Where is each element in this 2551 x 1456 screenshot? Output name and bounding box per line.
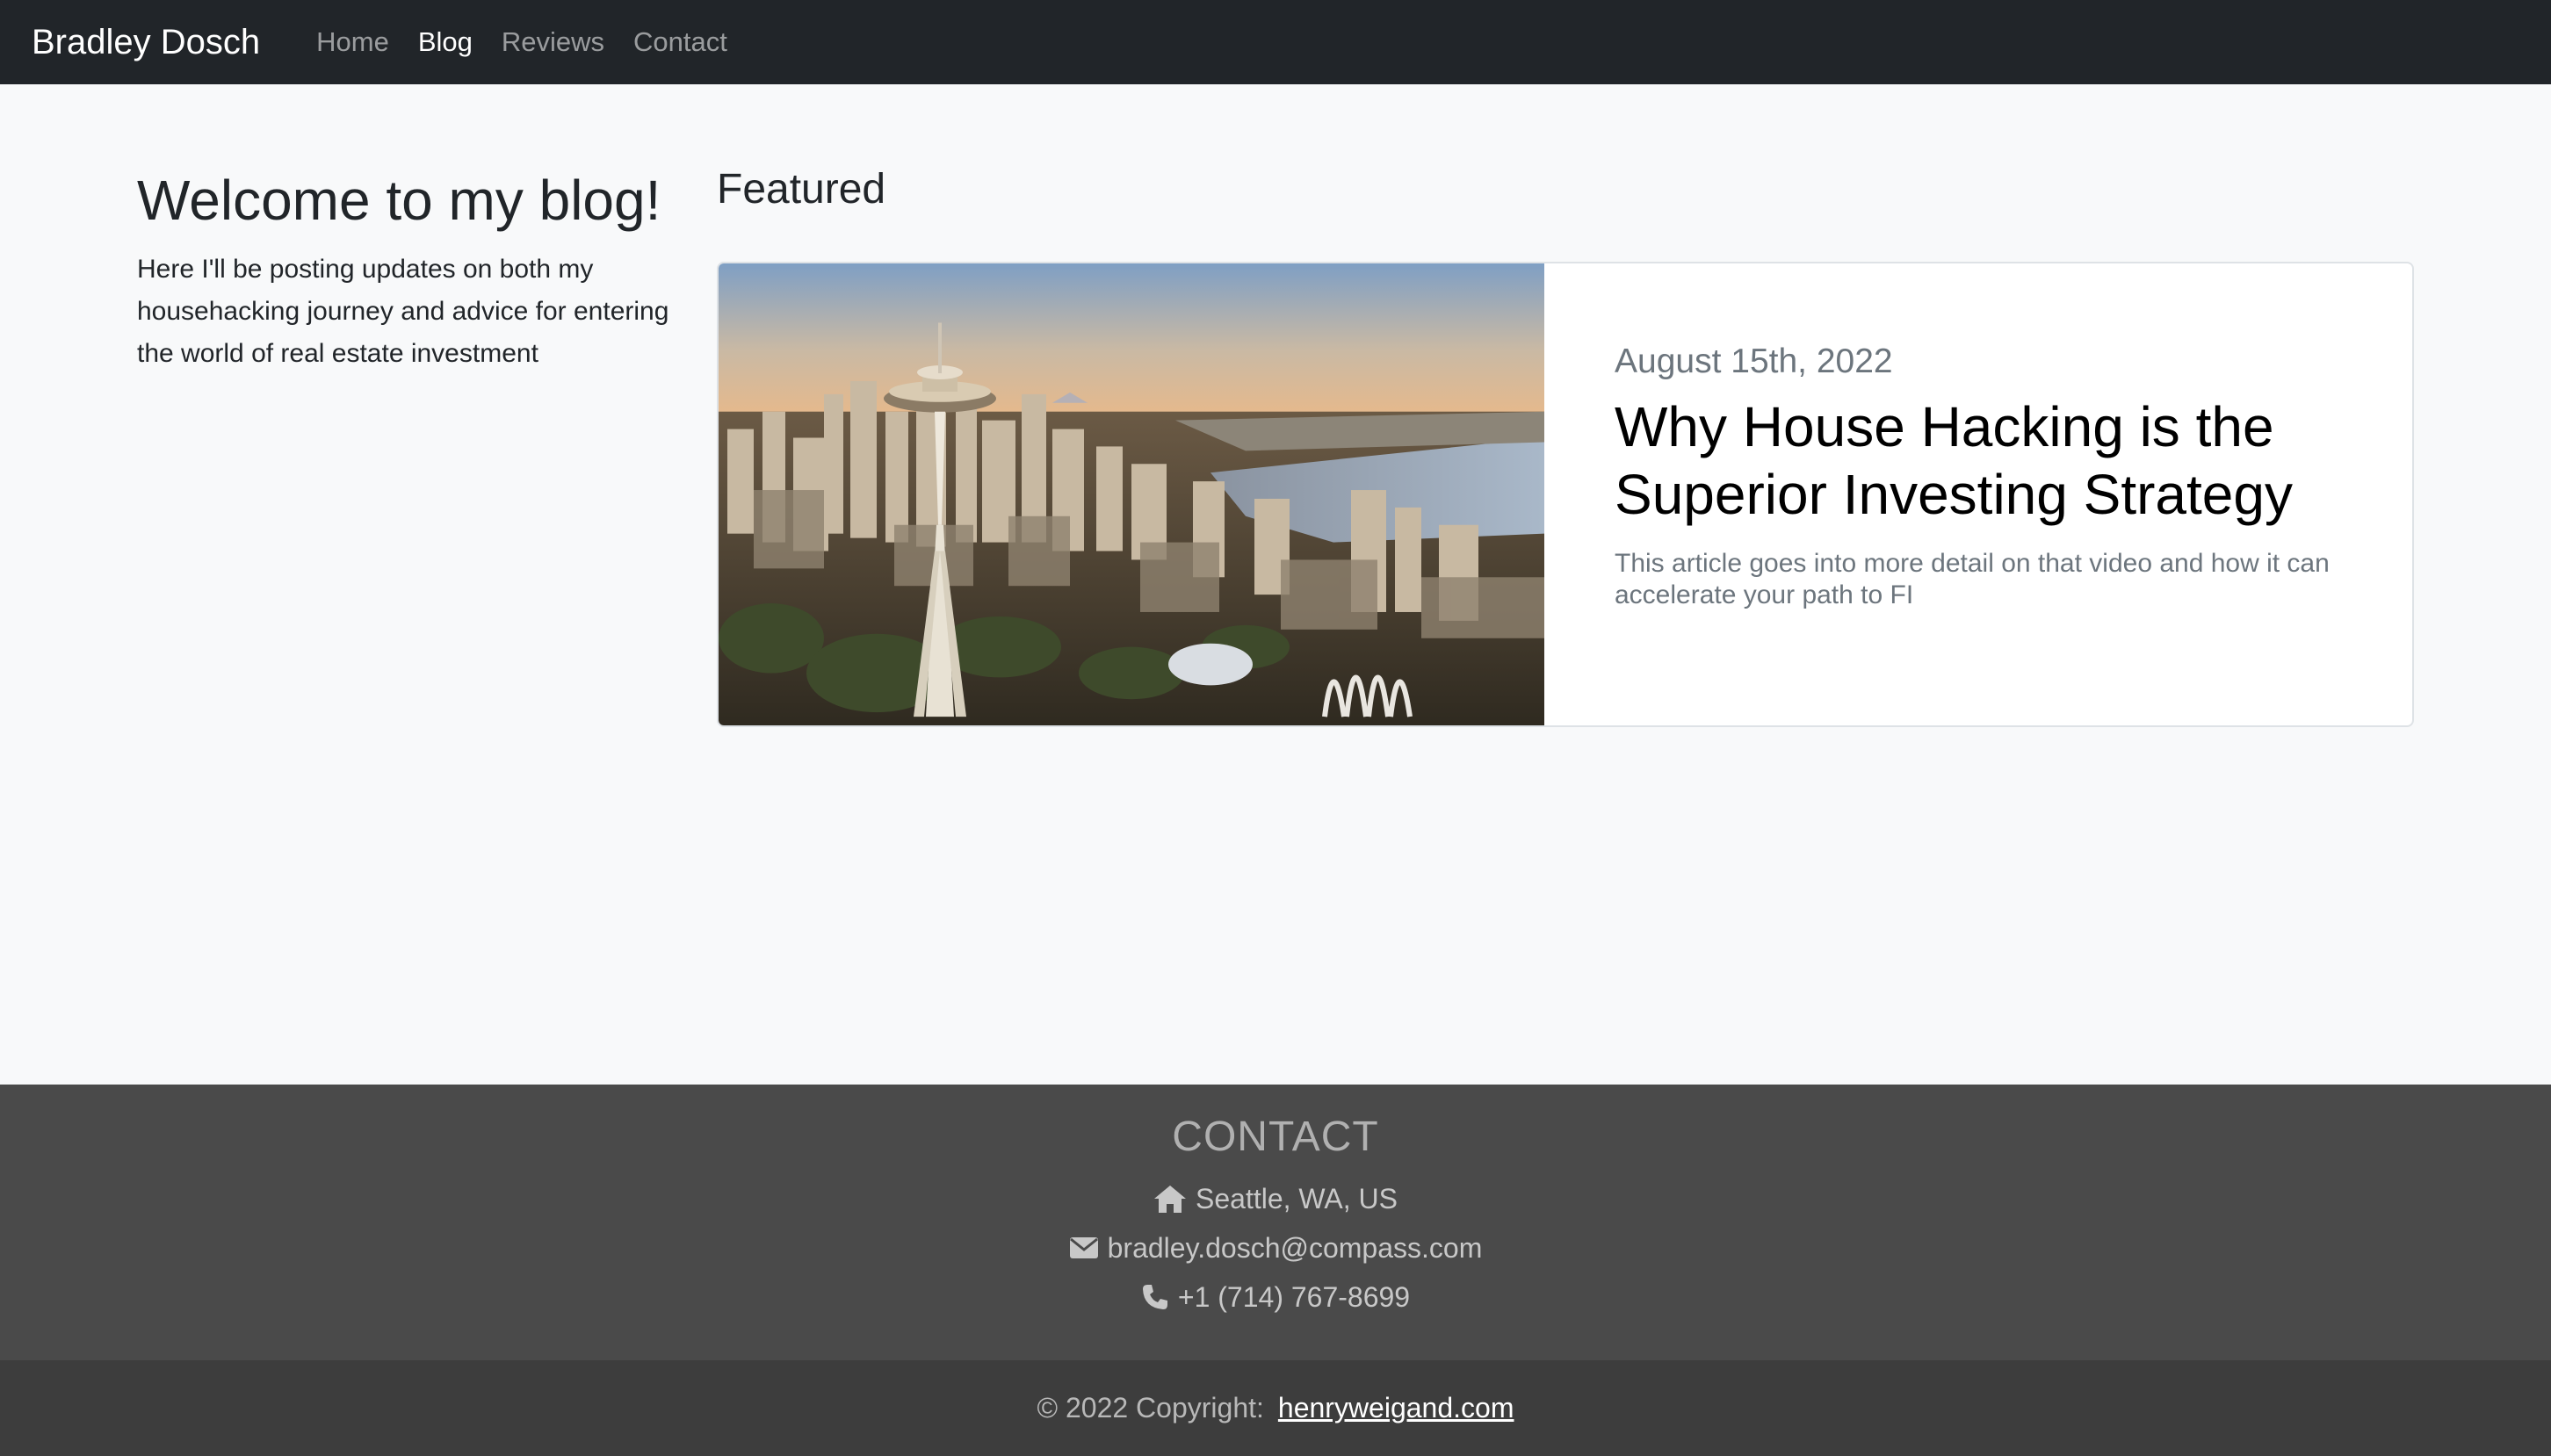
phone-text[interactable]: +1 (714) 767-8699 bbox=[1178, 1280, 1410, 1314]
post-date: August 15th, 2022 bbox=[1615, 342, 1893, 380]
post-title[interactable]: Why House Hacking is the Superior Invest… bbox=[1615, 393, 2359, 529]
nav-link-blog[interactable]: Blog bbox=[418, 26, 473, 58]
copyright-link[interactable]: henryweigand.com bbox=[1278, 1392, 1514, 1424]
brand-link[interactable]: Bradley Dosch bbox=[32, 23, 260, 62]
nav-link-contact[interactable]: Contact bbox=[633, 26, 727, 58]
featured-heading: Featured bbox=[717, 166, 886, 213]
email-text[interactable]: bradley.dosch@compass.com bbox=[1108, 1231, 1483, 1265]
footer-contact-heading: CONTACT bbox=[1172, 1114, 1379, 1160]
page-title: Welcome to my blog! bbox=[137, 169, 661, 232]
home-icon bbox=[1154, 1186, 1186, 1213]
nav-link-reviews[interactable]: Reviews bbox=[502, 26, 604, 58]
contact-phone[interactable]: +1 (714) 767-8699 bbox=[0, 1280, 2551, 1314]
post-excerpt: This article goes into more detail on th… bbox=[1615, 549, 2330, 609]
featured-post-image[interactable] bbox=[719, 263, 1544, 725]
contact-location: Seattle, WA, US bbox=[0, 1182, 2551, 1215]
envelope-icon bbox=[1069, 1237, 1098, 1258]
contact-email[interactable]: bradley.dosch@compass.com bbox=[0, 1231, 2551, 1265]
top-navbar: Bradley Dosch Home Blog Reviews Contact bbox=[0, 0, 2551, 84]
location-text: Seattle, WA, US bbox=[1196, 1183, 1398, 1215]
intro-section: Welcome to my blog! Here I'll be posting… bbox=[137, 167, 682, 375]
phone-icon bbox=[1142, 1285, 1167, 1309]
nav-link-home[interactable]: Home bbox=[316, 26, 389, 58]
featured-post-body: August 15th, 2022 Why House Hacking is t… bbox=[1544, 263, 2412, 725]
intro-text: Here I'll be posting updates on both my … bbox=[137, 254, 669, 368]
footer-contact: CONTACT Seattle, WA, US bradley.dosch@co… bbox=[0, 1085, 2551, 1360]
copyright-text: © 2022 Copyright: bbox=[1037, 1392, 1264, 1424]
copyright-bar: © 2022 Copyright: henryweigand.com bbox=[0, 1360, 2551, 1456]
featured-post-card[interactable]: August 15th, 2022 Why House Hacking is t… bbox=[717, 262, 2414, 727]
seattle-skyline-photo bbox=[719, 263, 1544, 725]
